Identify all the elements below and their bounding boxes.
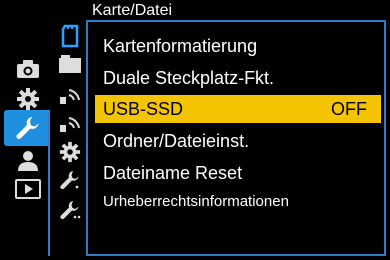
menu-item-dateiname-reset[interactable]: Dateiname Reset <box>95 159 381 187</box>
menu-item-kartenformatierung[interactable]: Kartenformatierung <box>95 32 381 60</box>
menu-list: Kartenformatierung Duale Steckplatz-Fkt.… <box>95 28 381 216</box>
menu-item-label: USB-SSD <box>103 99 184 119</box>
card-tab-icon[interactable] <box>56 22 84 50</box>
camera-menu-screen: Karte/Datei Kartenformatierung Duale Ste… <box>0 0 390 260</box>
menu-item-label: Dateiname Reset <box>103 163 243 183</box>
category-column <box>0 0 50 260</box>
camera-icon[interactable] <box>13 54 43 84</box>
category-divider-line <box>48 112 50 256</box>
monitor-tab-icon[interactable] <box>56 50 84 78</box>
frame-left-line <box>86 20 88 256</box>
menu-item-label: Urheberrechtsinformationen <box>103 193 289 210</box>
play-icon[interactable] <box>13 174 43 204</box>
menu-item-label: Ordner/Dateieinst. <box>103 131 250 151</box>
gear-tab-icon[interactable] <box>56 138 84 166</box>
frame-bottom-line <box>86 254 386 256</box>
wrench2-tab-icon[interactable] <box>56 196 84 224</box>
menu-item-ordner-dateieinst[interactable]: Ordner/Dateieinst. <box>95 127 381 155</box>
person-icon[interactable] <box>13 146 43 176</box>
wireless2-tab-icon[interactable] <box>56 108 84 136</box>
wireless-tab-icon[interactable] <box>56 80 84 108</box>
frame-top-line <box>86 20 386 22</box>
menu-item-label: Duale Steckplatz-Fkt. <box>103 68 275 88</box>
wrench-icon[interactable] <box>4 110 50 146</box>
frame-right-line <box>384 20 386 256</box>
menu-item-value: OFF <box>331 99 367 119</box>
tab-column <box>50 0 86 260</box>
menu-item-label: Kartenformatierung <box>103 36 258 56</box>
page-title: Karte/Datei <box>92 2 173 19</box>
menu-item-duale-steckplatz[interactable]: Duale Steckplatz-Fkt. <box>95 64 381 92</box>
menu-item-usb-ssd[interactable]: USB-SSD OFF <box>95 95 381 123</box>
wrench-tab-icon[interactable] <box>56 166 84 194</box>
menu-item-urheberrechtsinformationen[interactable]: Urheberrechtsinformationen <box>95 188 381 216</box>
